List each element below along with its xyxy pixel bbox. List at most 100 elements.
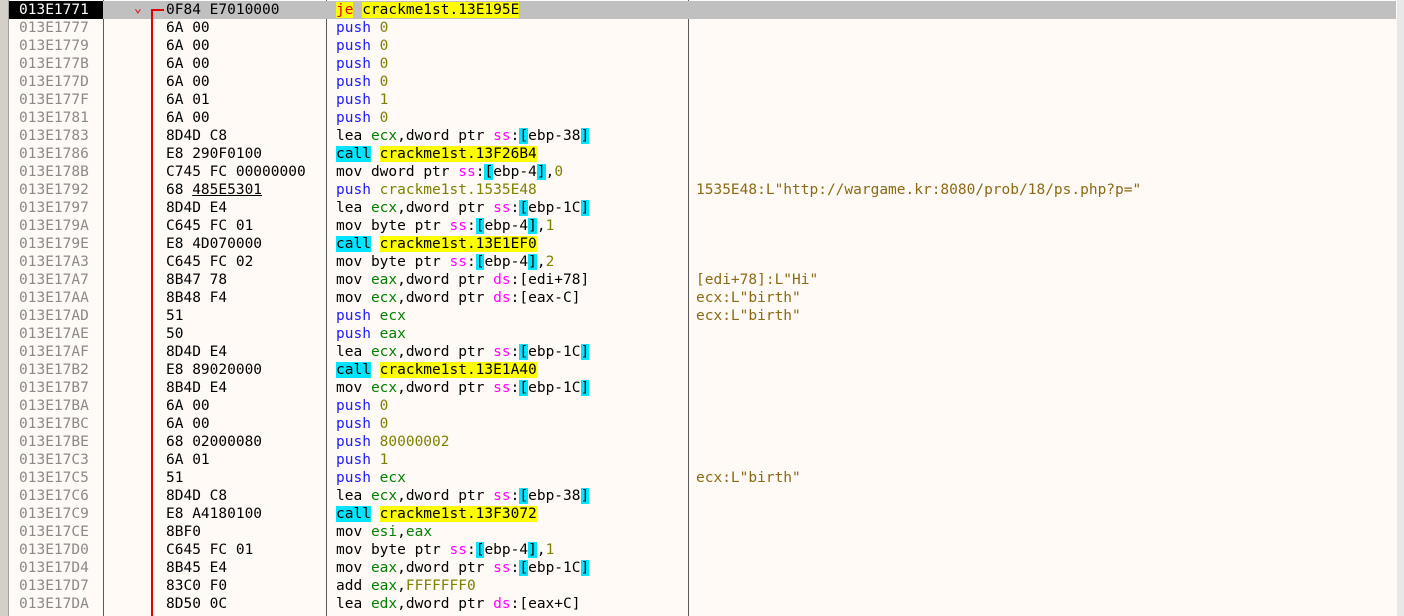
- address-cell[interactable]: 013E17A7: [9, 271, 102, 289]
- instruction-row[interactable]: 013E1781 6A 00 push 0: [9, 109, 1396, 127]
- instruction-cell[interactable]: push 0: [336, 397, 388, 415]
- address-cell[interactable]: 013E1777: [9, 19, 102, 37]
- instruction-cell[interactable]: mov byte ptr ss:[ebp-4],1: [336, 217, 554, 235]
- instruction-row[interactable]: 013E17AF 8D4D E4 lea ecx,dword ptr ss:[ebp…: [9, 343, 1396, 361]
- instruction-cell[interactable]: mov eax,dword ptr ss:[ebp-1C]: [336, 559, 590, 577]
- address-cell[interactable]: 013E17D4: [9, 559, 102, 577]
- address-cell[interactable]: 013E177F: [9, 91, 102, 109]
- instruction-row[interactable]: 013E1797 8D4D E4 lea ecx,dword ptr ss:[ebp…: [9, 199, 1396, 217]
- address-cell[interactable]: 013E17AD: [9, 307, 102, 325]
- address-cell[interactable]: 013E17CE: [9, 523, 102, 541]
- instruction-row[interactable]: 013E1777 6A 00 push 0: [9, 19, 1396, 37]
- instruction-cell[interactable]: push 0: [336, 109, 388, 127]
- vertical-scrollbar[interactable]: [1397, 0, 1404, 616]
- instruction-cell[interactable]: push 1: [336, 91, 388, 109]
- instruction-cell[interactable]: mov esi,eax: [336, 523, 432, 541]
- address-cell[interactable]: 013E17B2: [9, 361, 102, 379]
- instruction-cell[interactable]: push 0: [336, 55, 388, 73]
- instruction-row[interactable]: 013E17B7 8B4D E4 mov ecx,dword ptr ss:[ebp…: [9, 379, 1396, 397]
- instruction-cell[interactable]: mov byte ptr ss:[ebp-4],2: [336, 253, 554, 271]
- instruction-row[interactable]: 013E1786 E8 290F0100 call crackme1st.13F26…: [9, 145, 1396, 163]
- address-cell[interactable]: 013E17AE: [9, 325, 102, 343]
- instruction-cell[interactable]: mov eax,dword ptr ds:[edi+78]: [336, 271, 589, 289]
- instruction-cell[interactable]: push 0: [336, 415, 388, 433]
- instruction-cell[interactable]: lea ecx,dword ptr ss:[ebp-1C]: [336, 199, 590, 217]
- instruction-row[interactable]: 013E17C3 6A 01 push 1: [9, 451, 1396, 469]
- address-cell[interactable]: 013E177D: [9, 73, 102, 91]
- instruction-row[interactable]: 013E17D7 83C0 F0 add eax,FFFFFFF0: [9, 577, 1396, 595]
- address-cell[interactable]: 013E1786: [9, 145, 102, 163]
- address-cell[interactable]: 013E178B: [9, 163, 102, 181]
- address-cell[interactable]: 013E1783: [9, 127, 102, 145]
- instruction-row[interactable]: 013E179E E8 4D070000 call crackme1st.13E1E…: [9, 235, 1396, 253]
- instruction-row[interactable]: 013E17CE 8BF0 mov esi,eax: [9, 523, 1396, 541]
- instruction-row[interactable]: 013E1783 8D4D C8 lea ecx,dword ptr ss:[ebp…: [9, 127, 1396, 145]
- address-cell[interactable]: 013E1779: [9, 37, 102, 55]
- instruction-row[interactable]: 013E17AD 51 push ecx ecx:L"birth": [9, 307, 1396, 325]
- address-cell[interactable]: 013E17BE: [9, 433, 102, 451]
- instruction-cell[interactable]: push 0: [336, 73, 388, 91]
- instruction-cell[interactable]: mov byte ptr ss:[ebp-4],1: [336, 541, 554, 559]
- instruction-row[interactable]: 013E177F 6A 01 push 1: [9, 91, 1396, 109]
- address-cell[interactable]: 013E179E: [9, 235, 102, 253]
- address-cell[interactable]: 013E17C9: [9, 505, 102, 523]
- address-cell[interactable]: 013E17C3: [9, 451, 102, 469]
- instruction-cell[interactable]: push eax: [336, 325, 406, 343]
- chevron-down-icon[interactable]: ⌄: [134, 0, 142, 18]
- instruction-row[interactable]: 013E17AA 8B48 F4 mov ecx,dword ptr ds:[eax…: [9, 289, 1396, 307]
- instruction-row[interactable]: 013E17AE 50 push eax: [9, 325, 1396, 343]
- instruction-cell[interactable]: je crackme1st.13E195E: [336, 1, 520, 19]
- branch-target[interactable]: crackme1st.13E1EF0: [379, 236, 537, 252]
- instruction-cell[interactable]: push crackme1st.1535E48: [336, 181, 537, 199]
- instruction-row[interactable]: 013E1779 6A 00 push 0: [9, 37, 1396, 55]
- branch-target[interactable]: crackme1st.13E195E: [362, 2, 520, 18]
- instruction-row[interactable]: 013E17B2 E8 89020000 call crackme1st.13E1A…: [9, 361, 1396, 379]
- instruction-cell[interactable]: push ecx: [336, 307, 406, 325]
- address-cell[interactable]: 013E17AA: [9, 289, 102, 307]
- instruction-cell[interactable]: push 80000002: [336, 433, 450, 451]
- instruction-cell[interactable]: add eax,FFFFFFF0: [336, 577, 476, 595]
- instruction-cell[interactable]: mov dword ptr ss:[ebp-4],0: [336, 163, 563, 181]
- instruction-row[interactable]: 013E17BA 6A 00 push 0: [9, 397, 1396, 415]
- instruction-row[interactable]: 013E179A C645 FC 01 mov byte ptr ss:[ebp-4…: [9, 217, 1396, 235]
- instruction-cell[interactable]: push 0: [336, 37, 388, 55]
- instruction-row[interactable]: 013E17C5 51 push ecx ecx:L"birth": [9, 469, 1396, 487]
- instruction-row[interactable]: 013E1792 68 485E5301 push crackme1st.1535E…: [9, 181, 1396, 199]
- address-cell[interactable]: 013E17DA: [9, 595, 102, 613]
- instruction-row[interactable]: 013E17C6 8D4D C8 lea ecx,dword ptr ss:[ebp…: [9, 487, 1396, 505]
- instruction-row[interactable]: 013E17A7 8B47 78 mov eax,dword ptr ds:[edi…: [9, 271, 1396, 289]
- instruction-row[interactable]: 013E17D4 8B45 E4 mov eax,dword ptr ss:[ebp…: [9, 559, 1396, 577]
- instruction-row[interactable]: 013E178B C745 FC 00000000 mov dword ptr ss…: [9, 163, 1396, 181]
- instruction-cell[interactable]: call crackme1st.13F26B4: [336, 145, 537, 163]
- instruction-row[interactable]: 013E17D0 C645 FC 01 mov byte ptr ss:[ebp-4…: [9, 541, 1396, 559]
- instruction-cell[interactable]: mov ecx,dword ptr ss:[ebp-1C]: [336, 379, 590, 397]
- instruction-row[interactable]: 013E177D 6A 00 push 0: [9, 73, 1396, 91]
- address-cell[interactable]: 013E1781: [9, 109, 102, 127]
- address-cell[interactable]: 013E17B7: [9, 379, 102, 397]
- address-cell[interactable]: 013E17C6: [9, 487, 102, 505]
- instruction-row[interactable]: 013E17A3 C645 FC 02 mov byte ptr ss:[ebp-4…: [9, 253, 1396, 271]
- address-cell[interactable]: 013E17BA: [9, 397, 102, 415]
- instruction-row[interactable]: 013E17DA 8D50 0C lea edx,dword ptr ds:[eax…: [9, 595, 1396, 613]
- address-cell[interactable]: 013E17AF: [9, 343, 102, 361]
- instruction-row[interactable]: 013E1771 0F84 E7010000 je crackme1st.13E19…: [9, 1, 1396, 19]
- instruction-cell[interactable]: lea ecx,dword ptr ss:[ebp-1C]: [336, 343, 590, 361]
- branch-target[interactable]: crackme1st.13F26B4: [379, 146, 537, 162]
- bytes-link[interactable]: 485E5301: [192, 182, 262, 198]
- instruction-row[interactable]: 013E177B 6A 00 push 0: [9, 55, 1396, 73]
- address-cell[interactable]: 013E1792: [9, 181, 102, 199]
- address-cell[interactable]: 013E17D7: [9, 577, 102, 595]
- branch-target[interactable]: crackme1st.13F3072: [379, 506, 537, 522]
- address-cell[interactable]: 013E1771: [9, 1, 103, 19]
- instruction-row[interactable]: 013E17C9 E8 A4180100 call crackme1st.13F30…: [9, 505, 1396, 523]
- address-cell[interactable]: 013E179A: [9, 217, 102, 235]
- instruction-cell[interactable]: lea ecx,dword ptr ss:[ebp-38]: [336, 127, 590, 145]
- address-cell[interactable]: 013E17A3: [9, 253, 102, 271]
- address-cell[interactable]: 013E17C5: [9, 469, 102, 487]
- instruction-cell[interactable]: call crackme1st.13F3072: [336, 505, 537, 523]
- instruction-cell[interactable]: lea edx,dword ptr ds:[eax+C]: [336, 595, 580, 613]
- address-cell[interactable]: 013E1797: [9, 199, 102, 217]
- instruction-row[interactable]: 013E17BE 68 02000080 push 80000002: [9, 433, 1396, 451]
- instruction-cell[interactable]: push 1: [336, 451, 388, 469]
- instruction-cell[interactable]: mov ecx,dword ptr ds:[eax-C]: [336, 289, 580, 307]
